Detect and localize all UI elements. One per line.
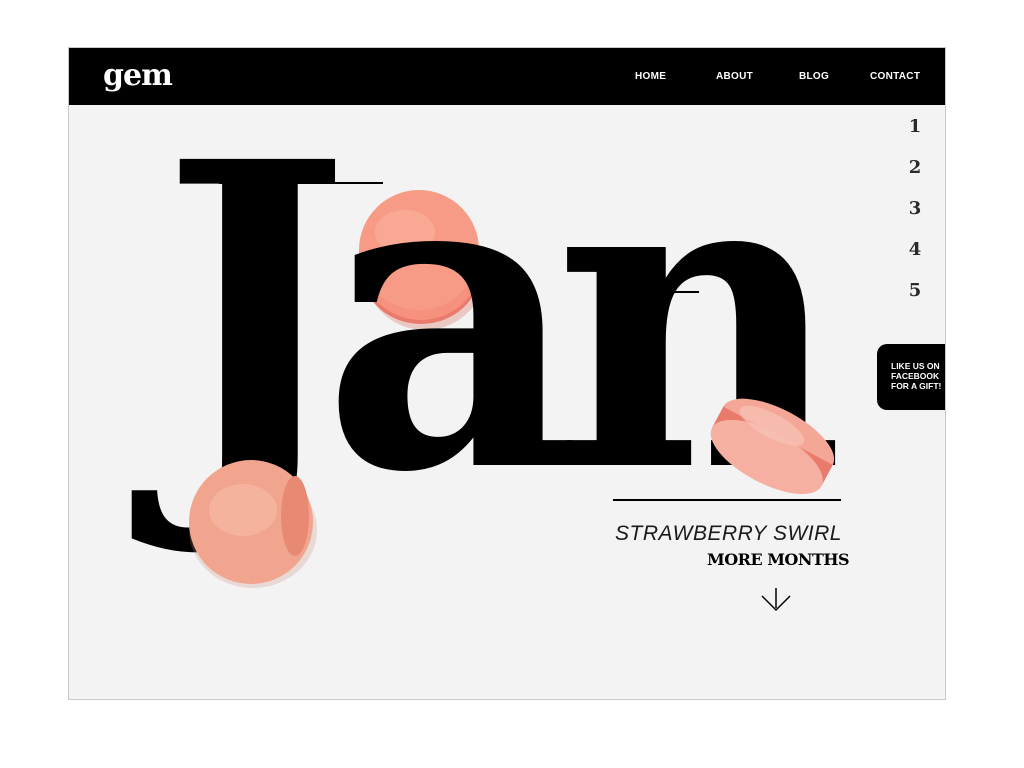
month-pagination: 1 2 3 4 5 [905, 116, 925, 321]
facebook-promo-tab[interactable]: LIKE US ON FACEBOOK FOR A GIFT! [877, 344, 945, 410]
facebook-tab-line-2: FACEBOOK [891, 371, 940, 381]
macaron-right-image [710, 398, 835, 495]
nav-contact[interactable]: CONTACT [870, 71, 920, 82]
decorative-rule-mid [613, 291, 699, 293]
pagination-item-5[interactable]: 5 [905, 280, 925, 321]
pagination-item-3[interactable]: 3 [905, 198, 925, 239]
more-months-link[interactable]: MORE MONTHS [707, 550, 850, 569]
facebook-tab-line-1: LIKE US ON [891, 361, 940, 371]
pagination-item-1[interactable]: 1 [905, 116, 925, 157]
page-frame: gem HOME ABOUT BLOG CONTACT Jan STRAWBER… [68, 47, 946, 700]
flavor-name: STRAWBERRY SWIRL [615, 522, 842, 545]
arrow-down-icon[interactable] [760, 586, 792, 612]
pagination-item-2[interactable]: 2 [905, 157, 925, 198]
facebook-tab-line-3: FOR A GIFT! [891, 381, 942, 391]
macaron-left-image [189, 460, 317, 588]
pagination-item-4[interactable]: 4 [905, 239, 925, 280]
decorative-rule-top [219, 182, 383, 184]
